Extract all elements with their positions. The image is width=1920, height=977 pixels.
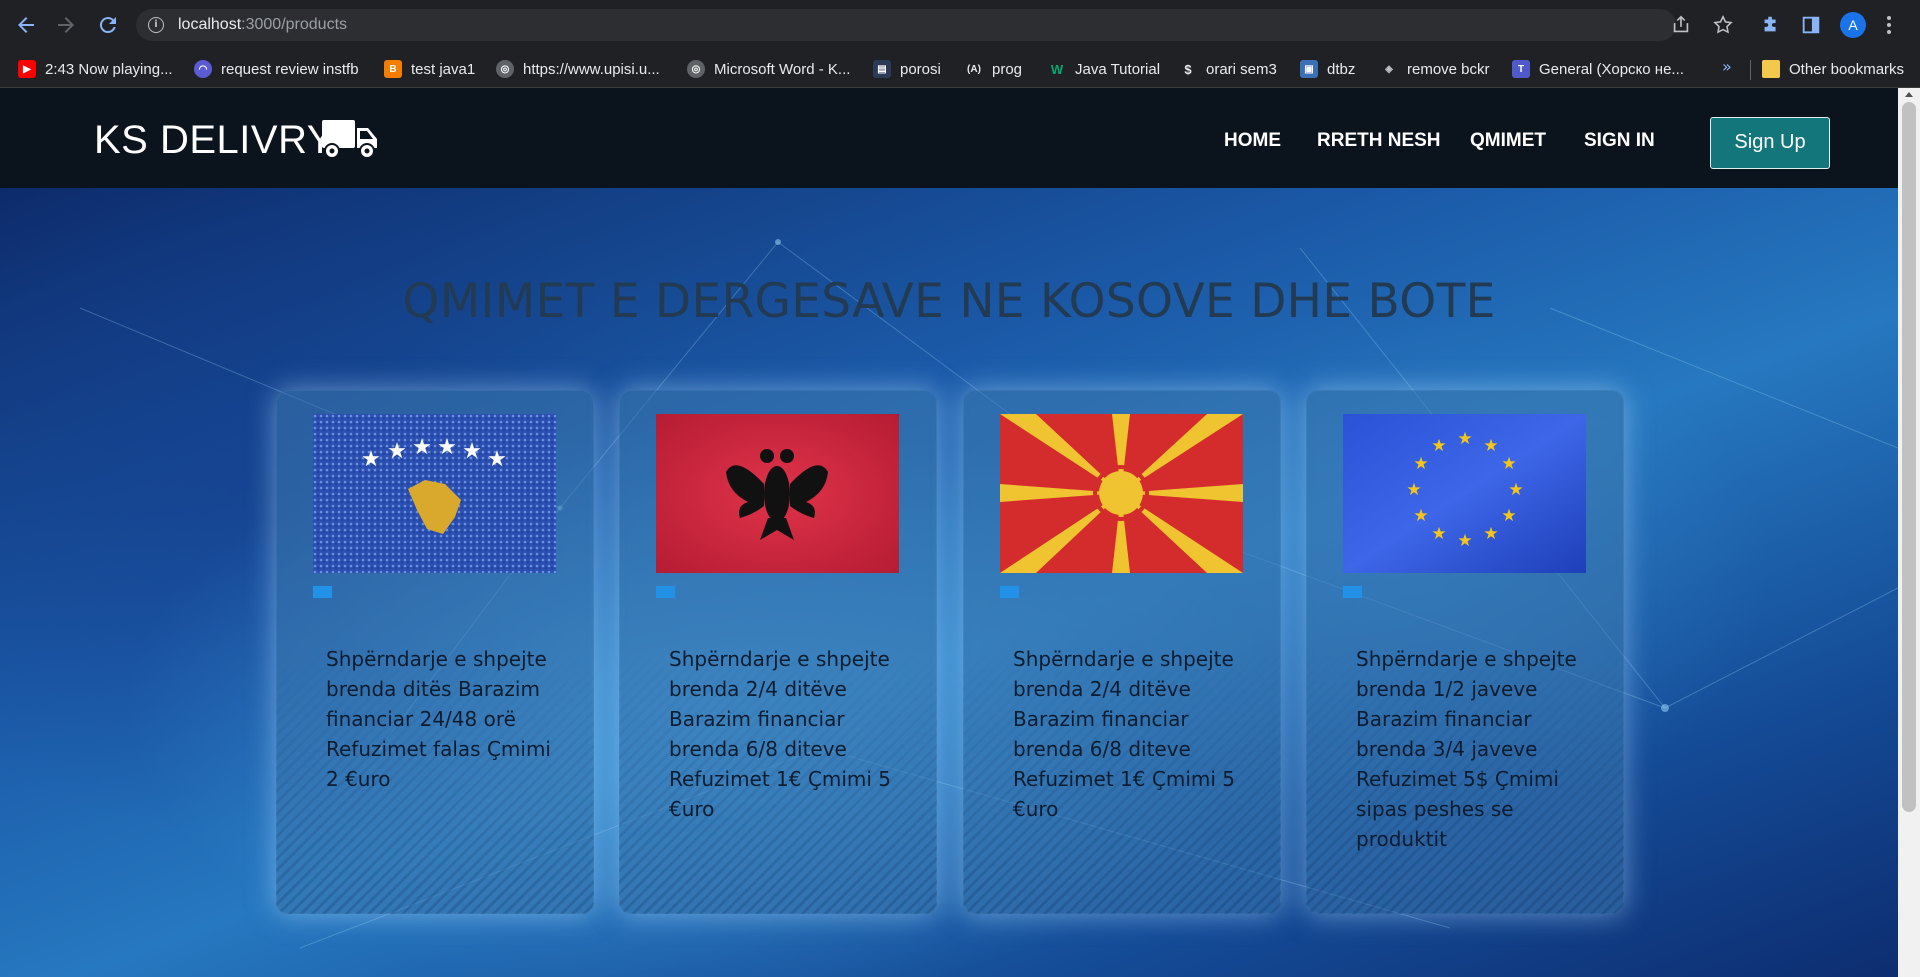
page-icon: ▤ bbox=[873, 60, 891, 78]
scroll-up-arrow-icon[interactable] bbox=[1905, 92, 1913, 97]
page-viewport: KS DELIVRY HOME RRETH NESH QMIMET SIGN I… bbox=[0, 88, 1898, 977]
north-macedonia-flag bbox=[1000, 414, 1243, 573]
url-text[interactable]: localhost:3000/products bbox=[178, 16, 347, 34]
svg-text:★: ★ bbox=[437, 435, 457, 460]
extensions-icon[interactable] bbox=[1760, 14, 1782, 36]
card-description: Shpërndarje e shpejte brenda 2/4 ditëve … bbox=[669, 647, 891, 821]
bookmark-item[interactable]: T General (Хорско не... bbox=[1512, 50, 1684, 88]
address-bar[interactable]: i localhost:3000/products bbox=[136, 9, 1676, 41]
albania-flag bbox=[656, 414, 899, 573]
teams-icon: T bbox=[1512, 60, 1530, 78]
svg-text:★: ★ bbox=[462, 439, 482, 464]
svg-text:★: ★ bbox=[361, 447, 381, 472]
app-icon: ◠ bbox=[194, 60, 212, 78]
side-panel-icon[interactable] bbox=[1800, 14, 1822, 36]
brand-logo-text[interactable]: KS DELIVRY bbox=[94, 118, 334, 163]
browser-menu-icon[interactable] bbox=[1886, 14, 1892, 36]
svg-text:★: ★ bbox=[1457, 531, 1472, 551]
share-icon[interactable] bbox=[1670, 14, 1692, 36]
page-scrollbar[interactable] bbox=[1898, 88, 1920, 977]
nav-qmimet[interactable]: QMIMET bbox=[1470, 130, 1546, 152]
nav-sign-in[interactable]: SIGN IN bbox=[1584, 130, 1655, 152]
svg-text:★: ★ bbox=[1483, 436, 1498, 456]
svg-text:★: ★ bbox=[412, 435, 432, 460]
w3-icon: W bbox=[1050, 61, 1064, 77]
pricing-card-macedonia: Shpërndarje e shpejte brenda 2/4 ditëve … bbox=[963, 390, 1281, 914]
reload-icon[interactable] bbox=[96, 13, 120, 37]
svg-text:★: ★ bbox=[1508, 480, 1523, 500]
card-description: Shpërndarje e shpejte brenda 1/2 javeve … bbox=[1356, 647, 1577, 851]
bookmark-item[interactable]: ▤ porosi bbox=[873, 50, 941, 88]
svg-text:★: ★ bbox=[1431, 524, 1446, 544]
svg-text:★: ★ bbox=[487, 447, 507, 472]
svg-text:★: ★ bbox=[1501, 506, 1516, 526]
bookmark-item[interactable]: ◈ remove bckr bbox=[1380, 50, 1489, 88]
blogger-icon: B bbox=[384, 60, 402, 78]
card-tag bbox=[1000, 586, 1019, 598]
globe-icon: ◎ bbox=[687, 60, 705, 78]
sign-up-button[interactable]: Sign Up bbox=[1710, 117, 1830, 169]
image-icon: ▣ bbox=[1300, 60, 1318, 78]
browser-toolbar: i localhost:3000/products A bbox=[0, 0, 1920, 50]
card-tag bbox=[656, 586, 675, 598]
bookmark-item[interactable]: ◎ Microsoft Word - K... bbox=[687, 50, 850, 88]
scrollbar-thumb[interactable] bbox=[1902, 102, 1916, 812]
pricing-card-kosovo: ★ ★ ★ ★ ★ ★ Shpërndarje e shpejte brenda ditë… bbox=[276, 390, 594, 914]
svg-text:★: ★ bbox=[1413, 506, 1428, 526]
svg-text:★: ★ bbox=[1483, 524, 1498, 544]
svg-text:★: ★ bbox=[1431, 436, 1446, 456]
back-arrow-icon[interactable] bbox=[14, 13, 38, 37]
site-info-icon[interactable]: i bbox=[148, 17, 164, 33]
bookmarks-divider bbox=[1750, 60, 1751, 80]
folder-icon bbox=[1762, 60, 1780, 78]
site-header: KS DELIVRY HOME RRETH NESH QMIMET SIGN I… bbox=[0, 88, 1898, 188]
youtube-icon: ▶ bbox=[18, 60, 36, 78]
kosovo-flag: ★ ★ ★ ★ ★ ★ bbox=[313, 414, 556, 573]
bookmark-item[interactable]: ◎ https://www.upisi.u... bbox=[496, 50, 660, 88]
card-tag bbox=[313, 586, 332, 598]
more-bookmarks-chevron[interactable]: » bbox=[1722, 57, 1732, 76]
svg-text:★: ★ bbox=[1406, 480, 1421, 500]
nav-rreth-nesh[interactable]: RRETH NESH bbox=[1317, 130, 1441, 152]
layers-icon: ◈ bbox=[1385, 63, 1393, 75]
bookmark-item[interactable]: ▶ 2:43 Now playing... bbox=[18, 50, 173, 88]
bookmark-item[interactable]: W Java Tutorial bbox=[1048, 50, 1160, 88]
svg-text:★: ★ bbox=[1457, 429, 1472, 449]
card-tag bbox=[1343, 586, 1362, 598]
forward-arrow-icon[interactable] bbox=[54, 13, 78, 37]
bookmark-item[interactable]: ◠ request review instfb bbox=[194, 50, 359, 88]
svg-text:★: ★ bbox=[1413, 454, 1428, 474]
angular-icon: (A) bbox=[967, 63, 981, 75]
pricing-card-albania: Shpërndarje e shpejte brenda 2/4 ditëve … bbox=[619, 390, 937, 914]
dollar-icon: $ bbox=[1184, 61, 1192, 77]
eu-flag: ★ ★ ★ ★ ★ ★ ★ ★ ★ ★ ★ ★ bbox=[1343, 414, 1586, 573]
truck-icon bbox=[322, 118, 378, 160]
bookmark-item[interactable]: (A) prog bbox=[965, 50, 1022, 88]
nav-home[interactable]: HOME bbox=[1224, 130, 1281, 152]
svg-text:★: ★ bbox=[1501, 454, 1516, 474]
bookmark-item[interactable]: ▣ dtbz bbox=[1300, 50, 1355, 88]
globe-icon: ◎ bbox=[496, 60, 514, 78]
pricing-card-eu: ★ ★ ★ ★ ★ ★ ★ ★ ★ ★ ★ ★ Shpërndarje e shpejte br… bbox=[1306, 390, 1624, 914]
other-bookmarks[interactable]: Other bookmarks bbox=[1762, 50, 1904, 88]
bookmark-item[interactable]: $ orari sem3 bbox=[1179, 50, 1276, 88]
profile-avatar[interactable]: A bbox=[1840, 12, 1866, 38]
bookmark-item[interactable]: B test java1 bbox=[384, 50, 475, 88]
pricing-section: QMIMET E DERGESAVE NE KOSOVE DHE BOTE ★ ★… bbox=[0, 188, 1898, 977]
card-description: Shpërndarje e shpejte brenda ditës Baraz… bbox=[326, 647, 551, 791]
star-bookmark-icon[interactable] bbox=[1712, 14, 1734, 36]
bookmarks-bar: ▶ 2:43 Now playing... ◠ request review i… bbox=[0, 50, 1920, 88]
pricing-title: QMIMET E DERGESAVE NE KOSOVE DHE BOTE bbox=[402, 274, 1496, 329]
svg-text:★: ★ bbox=[387, 439, 407, 464]
card-description: Shpërndarje e shpejte brenda 2/4 ditëve … bbox=[1013, 647, 1235, 821]
